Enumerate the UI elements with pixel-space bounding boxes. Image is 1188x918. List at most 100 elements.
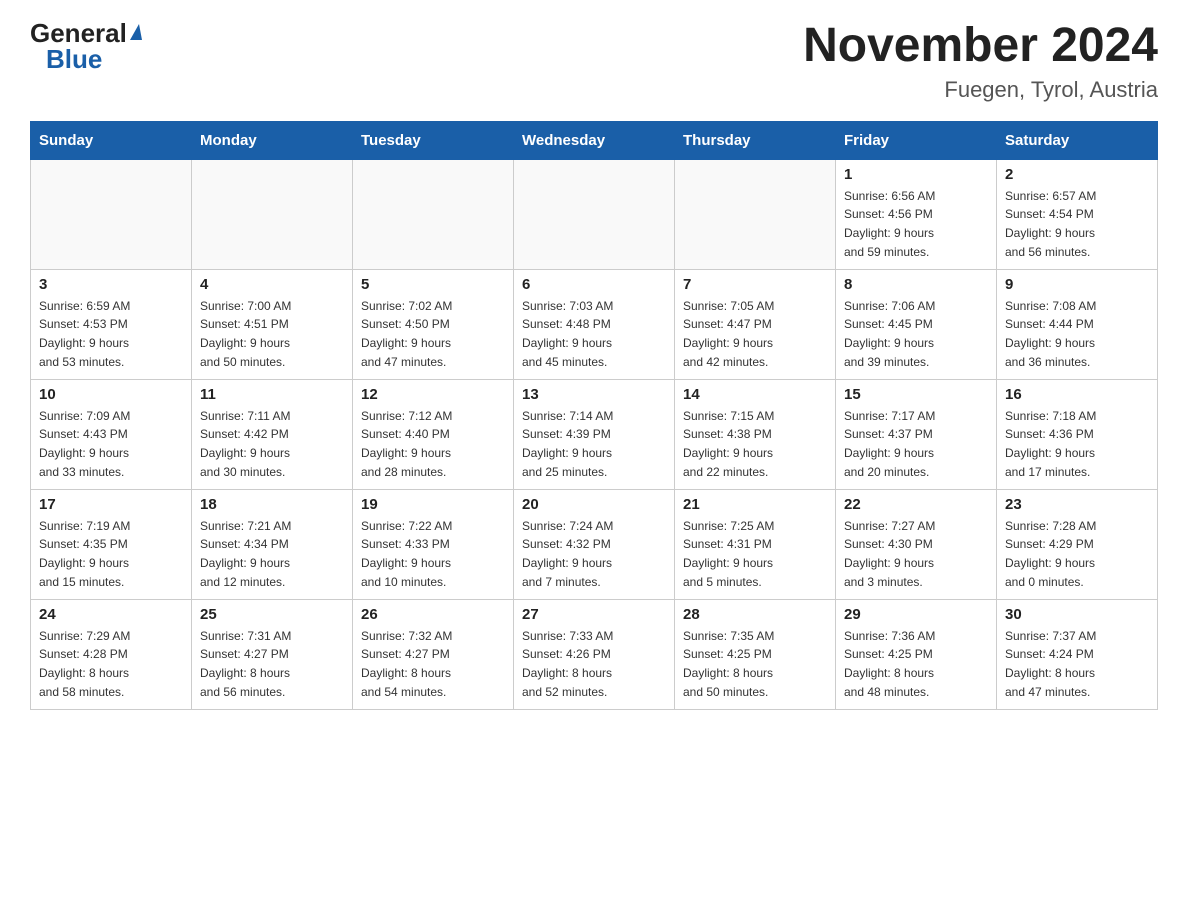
calendar-cell: 28Sunrise: 7:35 AMSunset: 4:25 PMDayligh… — [675, 599, 836, 709]
calendar-cell: 24 Sunrise: 7:29 AMSunset: 4:28 PMDayligh… — [31, 599, 192, 709]
calendar-cell: 3 Sunrise: 6:59 AMSunset: 4:53 PMDaylight… — [31, 269, 192, 379]
day-number: 5 — [361, 276, 505, 293]
day-number: 23 — [1005, 496, 1149, 513]
day-number: 30 — [1005, 606, 1149, 623]
week-row-5: 24 Sunrise: 7:29 AMSunset: 4:28 PMDayligh… — [31, 599, 1158, 709]
day-info: Sunrise: 7:22 AMSunset: 4:33 PMDaylight:… — [361, 517, 505, 591]
day-number: 27 — [522, 606, 666, 623]
calendar-cell — [514, 159, 675, 269]
week-row-4: 17Sunrise: 7:19 AMSunset: 4:35 PMDayligh… — [31, 489, 1158, 599]
calendar-cell: 15 Sunrise: 7:17 AMSunset: 4:37 PMDayligh… — [836, 379, 997, 489]
day-number: 3 — [39, 276, 183, 293]
day-info: Sunrise: 7:14 AMSunset: 4:39 PMDaylight:… — [522, 407, 666, 481]
day-info: Sunrise: 7:00 AMSunset: 4:51 PMDaylight:… — [200, 297, 344, 371]
calendar-cell: 6 Sunrise: 7:03 AMSunset: 4:48 PMDaylight… — [514, 269, 675, 379]
day-number: 25 — [200, 606, 344, 623]
week-row-1: 1 Sunrise: 6:56 AMSunset: 4:56 PMDaylight… — [31, 159, 1158, 269]
weekday-header-friday: Friday — [836, 121, 997, 159]
day-info: Sunrise: 7:05 AMSunset: 4:47 PMDaylight:… — [683, 297, 827, 371]
calendar-cell: 8 Sunrise: 7:06 AMSunset: 4:45 PMDaylight… — [836, 269, 997, 379]
day-info: Sunrise: 7:24 AMSunset: 4:32 PMDaylight:… — [522, 517, 666, 591]
day-number: 4 — [200, 276, 344, 293]
day-number: 29 — [844, 606, 988, 623]
weekday-header-saturday: Saturday — [997, 121, 1158, 159]
day-info: Sunrise: 7:33 AMSunset: 4:26 PMDaylight:… — [522, 627, 666, 701]
day-info: Sunrise: 7:12 AMSunset: 4:40 PMDaylight:… — [361, 407, 505, 481]
day-number: 9 — [1005, 276, 1149, 293]
day-info: Sunrise: 7:25 AMSunset: 4:31 PMDaylight:… — [683, 517, 827, 591]
day-info: Sunrise: 7:29 AMSunset: 4:28 PMDaylight:… — [39, 627, 183, 701]
day-info: Sunrise: 7:28 AMSunset: 4:29 PMDaylight:… — [1005, 517, 1149, 591]
calendar-cell — [31, 159, 192, 269]
day-number: 24 — [39, 606, 183, 623]
day-info: Sunrise: 7:18 AMSunset: 4:36 PMDaylight:… — [1005, 407, 1149, 481]
day-number: 10 — [39, 386, 183, 403]
day-number: 26 — [361, 606, 505, 623]
logo-blue-text: Blue — [30, 46, 102, 72]
calendar-cell: 14Sunrise: 7:15 AMSunset: 4:38 PMDayligh… — [675, 379, 836, 489]
calendar-cell — [675, 159, 836, 269]
weekday-header-monday: Monday — [192, 121, 353, 159]
calendar-cell: 13 Sunrise: 7:14 AMSunset: 4:39 PMDayligh… — [514, 379, 675, 489]
day-info: Sunrise: 7:09 AMSunset: 4:43 PMDaylight:… — [39, 407, 183, 481]
day-number: 13 — [522, 386, 666, 403]
weekday-header-tuesday: Tuesday — [353, 121, 514, 159]
calendar-cell: 18Sunrise: 7:21 AMSunset: 4:34 PMDayligh… — [192, 489, 353, 599]
calendar-cell: 2Sunrise: 6:57 AMSunset: 4:54 PMDaylight… — [997, 159, 1158, 269]
calendar-cell: 19 Sunrise: 7:22 AMSunset: 4:33 PMDayligh… — [353, 489, 514, 599]
calendar-cell: 17Sunrise: 7:19 AMSunset: 4:35 PMDayligh… — [31, 489, 192, 599]
weekday-header-sunday: Sunday — [31, 121, 192, 159]
day-info: Sunrise: 6:59 AMSunset: 4:53 PMDaylight:… — [39, 297, 183, 371]
calendar-cell: 20Sunrise: 7:24 AMSunset: 4:32 PMDayligh… — [514, 489, 675, 599]
day-number: 19 — [361, 496, 505, 513]
calendar-cell — [192, 159, 353, 269]
calendar-cell: 25Sunrise: 7:31 AMSunset: 4:27 PMDayligh… — [192, 599, 353, 709]
day-number: 28 — [683, 606, 827, 623]
day-number: 22 — [844, 496, 988, 513]
calendar-cell: 7 Sunrise: 7:05 AMSunset: 4:47 PMDaylight… — [675, 269, 836, 379]
calendar-cell: 26 Sunrise: 7:32 AMSunset: 4:27 PMDayligh… — [353, 599, 514, 709]
day-info: Sunrise: 7:03 AMSunset: 4:48 PMDaylight:… — [522, 297, 666, 371]
page-header: General Blue November 2024 Fuegen, Tyrol… — [30, 20, 1158, 103]
day-info: Sunrise: 7:32 AMSunset: 4:27 PMDaylight:… — [361, 627, 505, 701]
day-info: Sunrise: 7:08 AMSunset: 4:44 PMDaylight:… — [1005, 297, 1149, 371]
day-number: 6 — [522, 276, 666, 293]
day-number: 12 — [361, 386, 505, 403]
logo: General Blue — [30, 20, 142, 72]
logo-general-text: General — [30, 20, 142, 46]
day-info: Sunrise: 6:56 AMSunset: 4:56 PMDaylight:… — [844, 187, 988, 261]
day-number: 21 — [683, 496, 827, 513]
title-section: November 2024 Fuegen, Tyrol, Austria — [803, 20, 1158, 103]
day-number: 2 — [1005, 166, 1149, 183]
day-number: 1 — [844, 166, 988, 183]
day-info: Sunrise: 7:11 AMSunset: 4:42 PMDaylight:… — [200, 407, 344, 481]
calendar-cell: 12 Sunrise: 7:12 AMSunset: 4:40 PMDayligh… — [353, 379, 514, 489]
calendar-cell: 5 Sunrise: 7:02 AMSunset: 4:50 PMDaylight… — [353, 269, 514, 379]
month-title: November 2024 — [803, 20, 1158, 73]
location-title: Fuegen, Tyrol, Austria — [803, 77, 1158, 103]
weekday-header-row: SundayMondayTuesdayWednesdayThursdayFrid… — [31, 121, 1158, 159]
calendar-cell: 16Sunrise: 7:18 AMSunset: 4:36 PMDayligh… — [997, 379, 1158, 489]
day-number: 8 — [844, 276, 988, 293]
weekday-header-wednesday: Wednesday — [514, 121, 675, 159]
calendar-cell: 30 Sunrise: 7:37 AMSunset: 4:24 PMDayligh… — [997, 599, 1158, 709]
calendar-table: SundayMondayTuesdayWednesdayThursdayFrid… — [30, 121, 1158, 710]
day-number: 11 — [200, 386, 344, 403]
day-info: Sunrise: 7:02 AMSunset: 4:50 PMDaylight:… — [361, 297, 505, 371]
calendar-cell: 4 Sunrise: 7:00 AMSunset: 4:51 PMDaylight… — [192, 269, 353, 379]
day-info: Sunrise: 7:37 AMSunset: 4:24 PMDaylight:… — [1005, 627, 1149, 701]
day-info: Sunrise: 7:21 AMSunset: 4:34 PMDaylight:… — [200, 517, 344, 591]
day-number: 14 — [683, 386, 827, 403]
day-info: Sunrise: 7:27 AMSunset: 4:30 PMDaylight:… — [844, 517, 988, 591]
day-info: Sunrise: 7:06 AMSunset: 4:45 PMDaylight:… — [844, 297, 988, 371]
day-number: 7 — [683, 276, 827, 293]
calendar-cell: 22 Sunrise: 7:27 AMSunset: 4:30 PMDayligh… — [836, 489, 997, 599]
calendar-cell: 1 Sunrise: 6:56 AMSunset: 4:56 PMDaylight… — [836, 159, 997, 269]
day-info: Sunrise: 7:17 AMSunset: 4:37 PMDaylight:… — [844, 407, 988, 481]
day-number: 15 — [844, 386, 988, 403]
day-info: Sunrise: 7:19 AMSunset: 4:35 PMDaylight:… — [39, 517, 183, 591]
week-row-3: 10 Sunrise: 7:09 AMSunset: 4:43 PMDayligh… — [31, 379, 1158, 489]
calendar-cell: 27 Sunrise: 7:33 AMSunset: 4:26 PMDayligh… — [514, 599, 675, 709]
week-row-2: 3 Sunrise: 6:59 AMSunset: 4:53 PMDaylight… — [31, 269, 1158, 379]
calendar-cell: 9 Sunrise: 7:08 AMSunset: 4:44 PMDaylight… — [997, 269, 1158, 379]
